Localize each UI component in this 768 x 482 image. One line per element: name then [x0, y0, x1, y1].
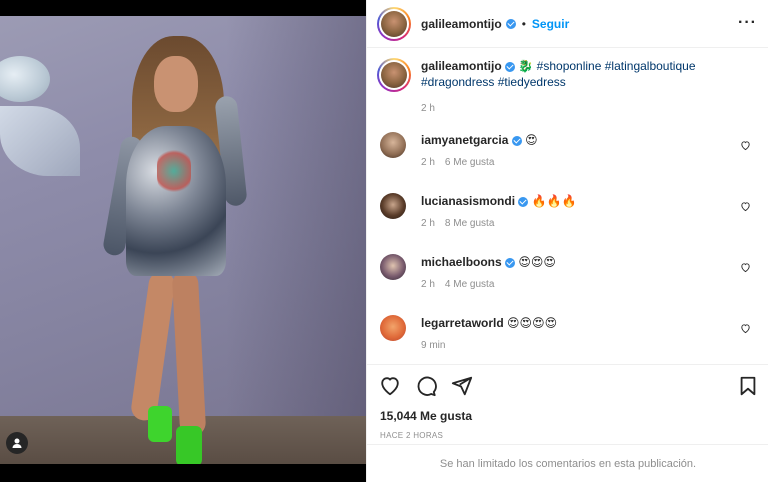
bookmark-icon[interactable] — [737, 375, 759, 397]
commenter-avatar[interactable] — [380, 315, 406, 341]
comments-limited-notice: Se han limitado los comentarios en esta … — [367, 444, 768, 482]
caption-timestamp[interactable]: 2 h — [421, 103, 435, 114]
person-figure — [101, 26, 262, 464]
comment-time[interactable]: 2 h — [421, 279, 435, 290]
hashtag-link[interactable]: #dragondress — [421, 75, 494, 89]
comment-text: 😍 — [525, 133, 538, 147]
author-username[interactable]: galileamontijo — [421, 17, 502, 31]
commenter-username[interactable]: lucianasismondi — [421, 194, 515, 208]
heart-icon[interactable] — [740, 323, 751, 334]
leg-right — [171, 270, 207, 437]
more-options-icon[interactable]: ··· — [738, 15, 757, 31]
verified-badge-icon — [505, 257, 516, 268]
green-platform-shoe-left — [148, 406, 172, 442]
comment-time[interactable]: 2 h — [421, 157, 435, 168]
author-avatar[interactable] — [377, 6, 411, 41]
comment-item: legarretaworld 😍😍😍😍 9 min — [377, 315, 759, 369]
hashtag-link[interactable]: #latingalboutique — [605, 59, 696, 73]
comment-text: 😍😍😍 — [518, 255, 556, 269]
caption-emoji: 🐉 — [518, 59, 534, 73]
heart-icon[interactable] — [740, 140, 751, 151]
verified-badge-icon — [505, 18, 516, 29]
commenter-username[interactable]: iamyanetgarcia — [421, 133, 508, 147]
green-platform-shoe-right — [176, 426, 202, 464]
user-tag-button[interactable] — [6, 432, 28, 454]
verified-badge-icon — [505, 61, 516, 72]
commenter-avatar[interactable] — [380, 254, 406, 280]
post-caption: galileamontijo 🐉 #shoponline #latingalbo… — [377, 58, 759, 92]
instagram-post-modal: galileamontijo • Seguir ··· galileamonti… — [0, 0, 768, 482]
comment-icon[interactable] — [415, 375, 437, 397]
comment-likes[interactable]: 6 Me gusta — [445, 157, 494, 168]
user-tag-icon — [12, 438, 22, 448]
commenter-username[interactable]: michaelboons — [421, 255, 502, 269]
wall-art-leaf — [0, 106, 80, 176]
comment-likes[interactable]: 4 Me gusta — [445, 279, 494, 290]
letterbox-bottom — [0, 464, 366, 482]
comment-text: 🔥🔥🔥 — [531, 194, 577, 208]
comment-item: michaelboons 😍😍😍 2 h 4 Me gusta — [377, 254, 759, 308]
comment-item: iamyanetgarcia 😍 2 h 6 Me gusta — [377, 132, 759, 186]
comment-text: 😍😍😍😍 — [507, 316, 558, 330]
comment-time[interactable]: 2 h — [421, 218, 435, 229]
post-header: galileamontijo • Seguir ··· — [367, 0, 768, 48]
separator-dot: • — [521, 16, 526, 31]
post-side-panel: galileamontijo • Seguir ··· galileamonti… — [366, 0, 768, 482]
caption-text: galileamontijo 🐉 #shoponline #latingalbo… — [421, 58, 741, 92]
verified-badge-icon — [518, 196, 529, 207]
post-photo[interactable] — [0, 16, 366, 464]
comment-item: lucianasismondi 🔥🔥🔥 2 h 8 Me gusta — [377, 193, 759, 247]
commenter-avatar[interactable] — [380, 193, 406, 219]
post-media — [0, 0, 366, 482]
heart-icon[interactable] — [740, 262, 751, 273]
post-time-ago[interactable]: HACE 2 HORAS — [380, 431, 443, 440]
likes-count[interactable]: 15,044 Me gusta — [380, 409, 472, 423]
hashtag-link[interactable]: #shoponline — [537, 59, 602, 73]
action-buttons — [379, 375, 473, 397]
commenter-username[interactable]: legarretaworld — [421, 316, 504, 330]
leg-left — [129, 269, 177, 423]
caption-username[interactable]: galileamontijo — [421, 59, 502, 73]
commenter-avatar[interactable] — [380, 132, 406, 158]
post-actions-bar: 15,044 Me gusta HACE 2 HORAS — [367, 364, 768, 444]
wall-art-lips — [0, 56, 50, 102]
comment-time[interactable]: 9 min — [421, 340, 445, 351]
heart-icon[interactable] — [740, 201, 751, 212]
comment-likes[interactable]: 8 Me gusta — [445, 218, 494, 229]
letterbox-top — [0, 0, 366, 16]
caption-avatar[interactable] — [377, 58, 411, 92]
hashtag-link[interactable]: #tiedyedress — [498, 75, 566, 89]
follow-button[interactable]: Seguir — [532, 17, 569, 31]
share-icon[interactable] — [451, 375, 473, 397]
face — [154, 56, 198, 112]
verified-badge-icon — [511, 135, 522, 146]
dragon-print — [157, 146, 191, 196]
heart-icon[interactable] — [379, 375, 401, 397]
